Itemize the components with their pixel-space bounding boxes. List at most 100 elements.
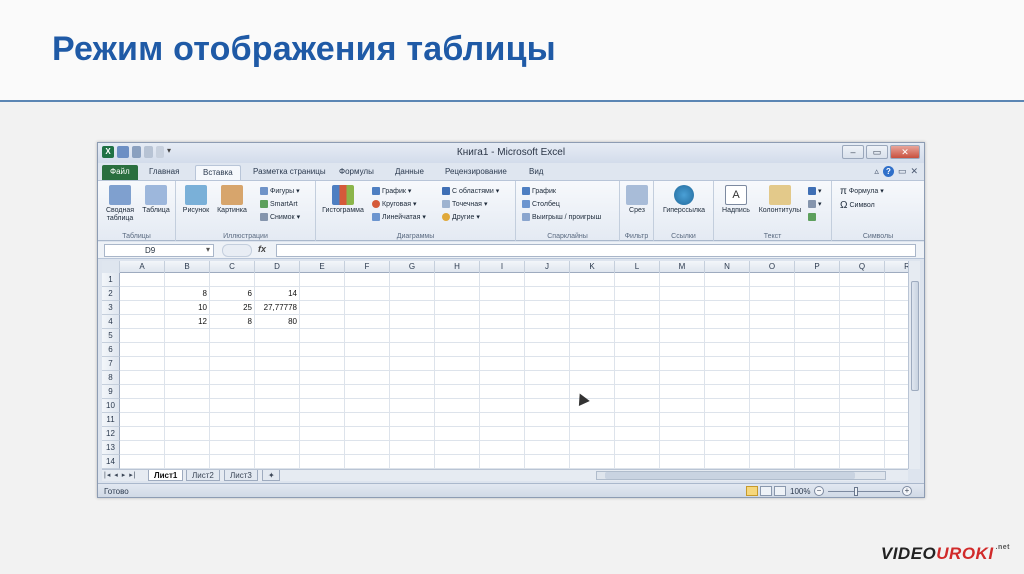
horizontal-scrollbar[interactable]	[596, 471, 886, 480]
sheet-tab-2[interactable]: Лист2	[186, 470, 220, 481]
row-header-6[interactable]: 6	[102, 343, 120, 357]
tab-data[interactable]: Данные	[388, 165, 431, 180]
column-header-f[interactable]: F	[345, 261, 390, 273]
minimize-button[interactable]: –	[842, 145, 864, 159]
spreadsheet-grid[interactable]: ABCDEFGHIJKLMNOPQR 123456789101112131486…	[102, 261, 908, 469]
column-header-k[interactable]: K	[570, 261, 615, 273]
minimize-ribbon-icon[interactable]: ▵	[874, 166, 879, 177]
line-chart-button[interactable]: График ▾	[372, 186, 411, 196]
scatter-chart-button[interactable]: Точечная ▾	[442, 199, 488, 209]
column-header-l[interactable]: L	[615, 261, 660, 273]
header-footer-button[interactable]: Колонтитулы	[756, 185, 804, 215]
signature-button[interactable]: ▾	[808, 199, 822, 209]
slicer-button[interactable]: Срез	[624, 185, 650, 215]
column-header-g[interactable]: G	[390, 261, 435, 273]
column-header-d[interactable]: D	[255, 261, 300, 273]
sheet-tab-3[interactable]: Лист3	[224, 470, 258, 481]
sparkline-winloss-button[interactable]: Выигрыш / проигрыш	[522, 212, 601, 222]
histogram-button[interactable]: Гистограмма	[320, 185, 366, 215]
sparkline-line-button[interactable]: График	[522, 186, 556, 196]
row-header-3[interactable]: 3	[102, 301, 120, 315]
clipart-button[interactable]: Картинка	[214, 185, 250, 215]
pie-chart-button[interactable]: Круговая ▾	[372, 199, 417, 209]
zoom-out-button[interactable]: −	[814, 486, 824, 496]
page-break-view-button[interactable]	[774, 486, 786, 496]
row-header-14[interactable]: 14	[102, 455, 120, 469]
pivot-table-button[interactable]: Сводная таблица	[102, 185, 138, 223]
sparkline-column-button[interactable]: Столбец	[522, 199, 560, 209]
zoom-level[interactable]: 100%	[790, 487, 810, 496]
cell-b4[interactable]: 12	[165, 315, 210, 329]
column-header-n[interactable]: N	[705, 261, 750, 273]
sheet-tab-1[interactable]: Лист1	[148, 470, 184, 481]
column-header-c[interactable]: C	[210, 261, 255, 273]
help-icon[interactable]: ?	[882, 166, 894, 177]
row-header-4[interactable]: 4	[102, 315, 120, 329]
equation-button[interactable]: π Формула ▾	[840, 186, 884, 196]
column-header-i[interactable]: I	[480, 261, 525, 273]
column-header-q[interactable]: Q	[840, 261, 885, 273]
close-workbook-icon[interactable]: ✕	[910, 166, 918, 177]
shapes-button[interactable]: Фигуры ▾	[260, 186, 300, 196]
column-header-b[interactable]: B	[165, 261, 210, 273]
maximize-button[interactable]: ▭	[866, 145, 888, 159]
column-header-m[interactable]: M	[660, 261, 705, 273]
smartart-button[interactable]: SmartArt	[260, 199, 298, 209]
row-header-7[interactable]: 7	[102, 357, 120, 371]
column-header-j[interactable]: J	[525, 261, 570, 273]
tab-insert[interactable]: Вставка	[195, 165, 241, 180]
hyperlink-button[interactable]: Гиперссылка	[658, 185, 710, 215]
column-header-o[interactable]: O	[750, 261, 795, 273]
row-header-12[interactable]: 12	[102, 427, 120, 441]
name-box-dropdown-icon[interactable]: ▾	[206, 245, 210, 254]
cell-b3[interactable]: 10	[165, 301, 210, 315]
area-chart-button[interactable]: С областями ▾	[442, 186, 499, 196]
cell-c2[interactable]: 6	[210, 287, 255, 301]
tab-page-layout[interactable]: Разметка страницы	[246, 165, 333, 180]
column-header-p[interactable]: P	[795, 261, 840, 273]
row-header-10[interactable]: 10	[102, 399, 120, 413]
vertical-scroll-thumb[interactable]	[911, 281, 919, 391]
row-header-2[interactable]: 2	[102, 287, 120, 301]
tab-home[interactable]: Главная	[142, 165, 186, 180]
insert-sheet-icon[interactable]: ✦	[262, 470, 280, 481]
object-button[interactable]	[808, 212, 816, 222]
zoom-slider[interactable]	[828, 491, 900, 492]
fx-icon[interactable]: fx	[258, 244, 266, 254]
close-button[interactable]: ✕	[890, 145, 920, 159]
horizontal-scroll-thumb[interactable]	[605, 472, 855, 479]
select-all-corner[interactable]	[102, 261, 120, 273]
textbox-button[interactable]: A Надпись	[718, 185, 754, 215]
symbol-button[interactable]: Ω Символ	[840, 200, 875, 210]
formula-input[interactable]	[276, 244, 916, 257]
cell-d3[interactable]: 27,77778	[255, 301, 300, 315]
column-header-a[interactable]: A	[120, 261, 165, 273]
zoom-in-button[interactable]: +	[902, 486, 912, 496]
tab-formulas[interactable]: Формулы	[332, 165, 381, 180]
wordart-button[interactable]: ▾	[808, 186, 822, 196]
cell-d2[interactable]: 14	[255, 287, 300, 301]
picture-button[interactable]: Рисунок	[180, 185, 212, 215]
row-header-1[interactable]: 1	[102, 273, 120, 287]
table-button[interactable]: Таблица	[140, 185, 172, 215]
row-header-5[interactable]: 5	[102, 329, 120, 343]
row-header-8[interactable]: 8	[102, 371, 120, 385]
column-header-e[interactable]: E	[300, 261, 345, 273]
vertical-scrollbar[interactable]	[908, 261, 920, 469]
cell-d4[interactable]: 80	[255, 315, 300, 329]
tab-view[interactable]: Вид	[522, 165, 550, 180]
normal-view-button[interactable]	[746, 486, 758, 496]
cell-c3[interactable]: 25	[210, 301, 255, 315]
zoom-slider-thumb[interactable]	[854, 487, 858, 496]
column-header-h[interactable]: H	[435, 261, 480, 273]
other-charts-button[interactable]: Другие ▾	[442, 212, 480, 222]
page-layout-view-button[interactable]	[760, 486, 772, 496]
sheet-nav-buttons[interactable]: |◂ ◂ ▸ ▸|	[104, 471, 137, 479]
column-header-r[interactable]: R	[885, 261, 908, 273]
bar-chart-button[interactable]: Линейчатая ▾	[372, 212, 426, 222]
cell-c4[interactable]: 8	[210, 315, 255, 329]
row-header-11[interactable]: 11	[102, 413, 120, 427]
name-box[interactable]: D9	[104, 244, 214, 257]
row-header-9[interactable]: 9	[102, 385, 120, 399]
cell-b2[interactable]: 8	[165, 287, 210, 301]
